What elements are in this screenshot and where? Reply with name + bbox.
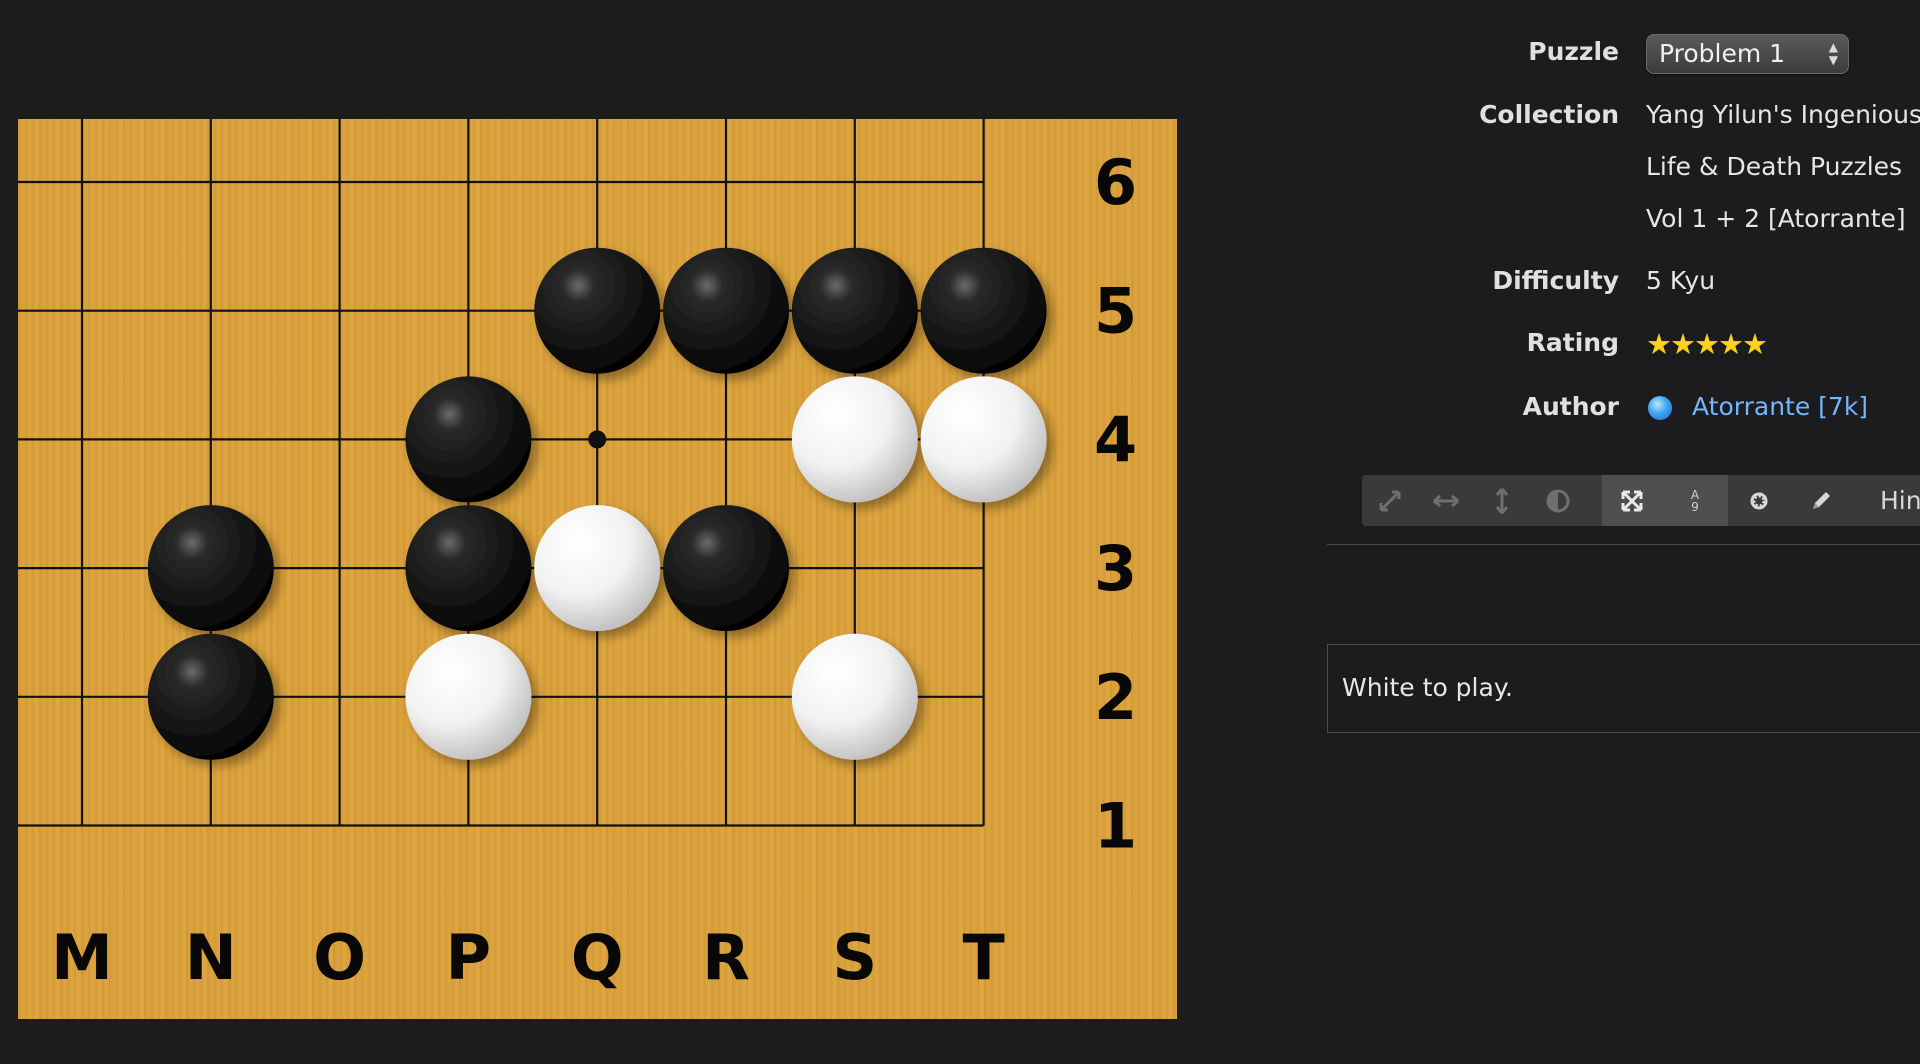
row-label-4: 4	[1094, 403, 1137, 476]
row-label-3: 3	[1094, 532, 1137, 605]
column-label-Q: Q	[571, 921, 624, 994]
puzzle-select[interactable]: Problem 1 ▲ ▼	[1646, 34, 1849, 74]
row-label-1: 1	[1094, 790, 1137, 863]
gear-icon[interactable]	[1728, 475, 1790, 526]
puzzle-label: Puzzle	[1528, 37, 1619, 66]
rating-label: Rating	[1526, 328, 1619, 357]
black-stone-R5[interactable]	[663, 247, 789, 374]
column-label-R: R	[702, 921, 750, 994]
shuffle-icon[interactable]	[1602, 475, 1662, 526]
star-point	[588, 430, 607, 449]
white-stone-P2[interactable]	[405, 633, 532, 760]
puzzle-select-value: Problem 1	[1659, 39, 1786, 68]
coordinates-icon-letter: A	[1690, 487, 1700, 502]
column-label-T: T	[962, 921, 1004, 994]
column-label-S: S	[832, 921, 877, 994]
coordinates-icon[interactable]: A 9	[1662, 475, 1728, 526]
black-stone-N2[interactable]	[147, 633, 274, 760]
author-avatar-icon	[1648, 396, 1672, 420]
white-stone-Q3[interactable]	[534, 505, 661, 632]
difficulty-label: Difficulty	[1492, 266, 1619, 295]
black-stone-Q5[interactable]	[534, 247, 661, 374]
column-label-P: P	[446, 921, 491, 994]
column-label-O: O	[313, 921, 366, 994]
black-stone-P4[interactable]	[405, 376, 532, 503]
coordinates-icon-number: 9	[1691, 499, 1699, 514]
column-label-M: M	[51, 921, 113, 994]
hint-button[interactable]: Hint	[1862, 475, 1920, 526]
row-label-5: 5	[1094, 275, 1137, 348]
rating-stars[interactable]: ★★★★★	[1646, 327, 1768, 361]
select-arrows-icon: ▲ ▼	[1828, 40, 1838, 67]
move-prompt: White to play.	[1342, 673, 1513, 702]
row-label-2: 2	[1094, 661, 1137, 734]
collection-line-3: Vol 1 + 2 [Atorrante]	[1646, 204, 1906, 233]
author-label: Author	[1522, 392, 1619, 421]
difficulty-value: 5 Kyu	[1646, 266, 1716, 295]
contrast-icon[interactable]	[1530, 475, 1586, 526]
panel-divider	[1327, 544, 1920, 545]
collection-line-1: Yang Yilun's Ingenious	[1646, 100, 1920, 129]
black-stone-S5[interactable]	[791, 247, 918, 374]
white-stone-S4[interactable]	[791, 376, 918, 503]
message-box: White to play.	[1327, 644, 1920, 733]
row-label-6: 6	[1094, 146, 1137, 219]
go-board[interactable]: 6 5 4 3 2 1 MN O P Q R S T	[18, 119, 1177, 1019]
collection-label: Collection	[1479, 100, 1619, 129]
pencil-icon[interactable]	[1790, 475, 1852, 526]
author-link[interactable]: Atorrante [7k]	[1692, 392, 1868, 421]
board-toolbar: A 9 Hint	[1362, 475, 1920, 526]
white-stone-S2[interactable]	[791, 633, 918, 760]
column-label-N: N	[185, 921, 237, 994]
board-grid[interactable]: 6 5 4 3 2 1 M N O P Q R S T	[18, 119, 1177, 1019]
black-stone-N3[interactable]	[147, 505, 274, 632]
black-stone-R3[interactable]	[663, 505, 789, 632]
white-stone-T4[interactable]	[920, 376, 1047, 503]
expand-vertical-icon[interactable]	[1474, 475, 1530, 526]
black-stone-P3[interactable]	[405, 505, 532, 632]
collection-line-2: Life & Death Puzzles	[1646, 152, 1903, 181]
black-stone-T5[interactable]	[920, 247, 1047, 374]
expand-diagonal-icon[interactable]	[1362, 475, 1418, 526]
expand-horizontal-icon[interactable]	[1418, 475, 1474, 526]
